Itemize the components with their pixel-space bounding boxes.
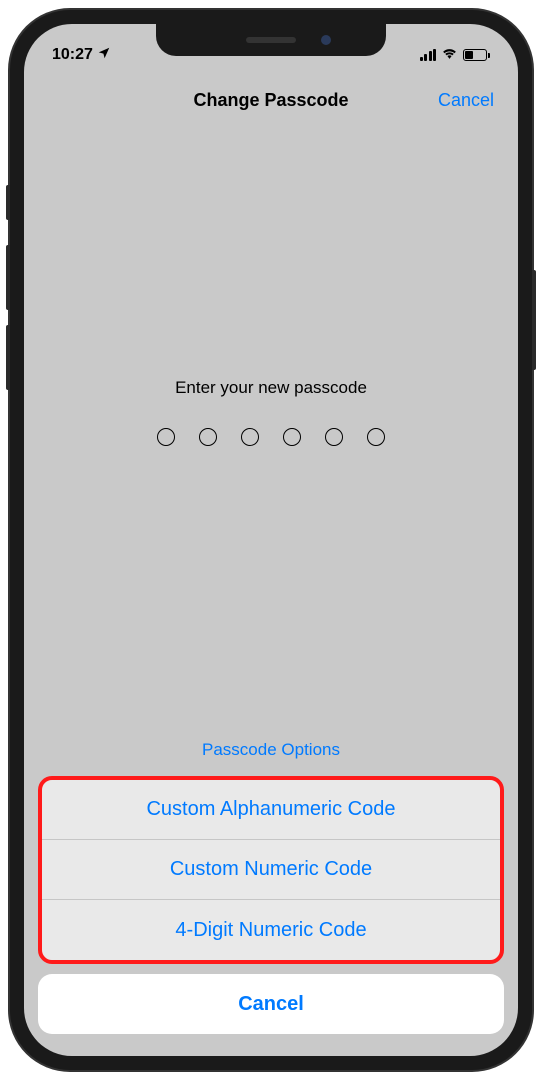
status-right xyxy=(420,46,491,64)
navigation-bar: Change Passcode Cancel xyxy=(24,72,518,128)
action-sheet: Custom Alphanumeric Code Custom Numeric … xyxy=(38,776,504,1034)
cancel-button[interactable]: Cancel xyxy=(438,90,494,111)
passcode-dot xyxy=(367,428,385,446)
custom-numeric-option[interactable]: Custom Numeric Code xyxy=(42,840,500,900)
custom-alphanumeric-option[interactable]: Custom Alphanumeric Code xyxy=(42,780,500,840)
volume-up-button xyxy=(6,245,10,310)
passcode-input[interactable] xyxy=(24,428,518,446)
battery-icon xyxy=(463,49,490,61)
location-icon xyxy=(97,46,111,65)
time-label: 10:27 xyxy=(52,46,93,64)
wifi-icon xyxy=(441,46,458,64)
speaker xyxy=(246,37,296,43)
front-camera xyxy=(321,35,331,45)
passcode-options-button[interactable]: Passcode Options xyxy=(24,740,518,760)
passcode-dot xyxy=(157,428,175,446)
passcode-dot xyxy=(199,428,217,446)
passcode-dot xyxy=(241,428,259,446)
cellular-signal-icon xyxy=(420,49,437,61)
page-title: Change Passcode xyxy=(193,90,348,111)
mute-switch xyxy=(6,185,10,220)
screen: 10:27 xyxy=(24,24,518,1056)
four-digit-numeric-option[interactable]: 4-Digit Numeric Code xyxy=(42,900,500,960)
action-sheet-options: Custom Alphanumeric Code Custom Numeric … xyxy=(38,776,504,964)
action-sheet-cancel-button[interactable]: Cancel xyxy=(38,974,504,1034)
side-button xyxy=(532,270,536,370)
passcode-dot xyxy=(283,428,301,446)
volume-down-button xyxy=(6,325,10,390)
notch xyxy=(156,24,386,56)
passcode-dot xyxy=(325,428,343,446)
phone-frame: 10:27 xyxy=(10,10,532,1070)
prompt-label: Enter your new passcode xyxy=(24,378,518,398)
status-left: 10:27 xyxy=(52,46,111,65)
content-area: Enter your new passcode Passcode Options… xyxy=(24,128,518,1056)
